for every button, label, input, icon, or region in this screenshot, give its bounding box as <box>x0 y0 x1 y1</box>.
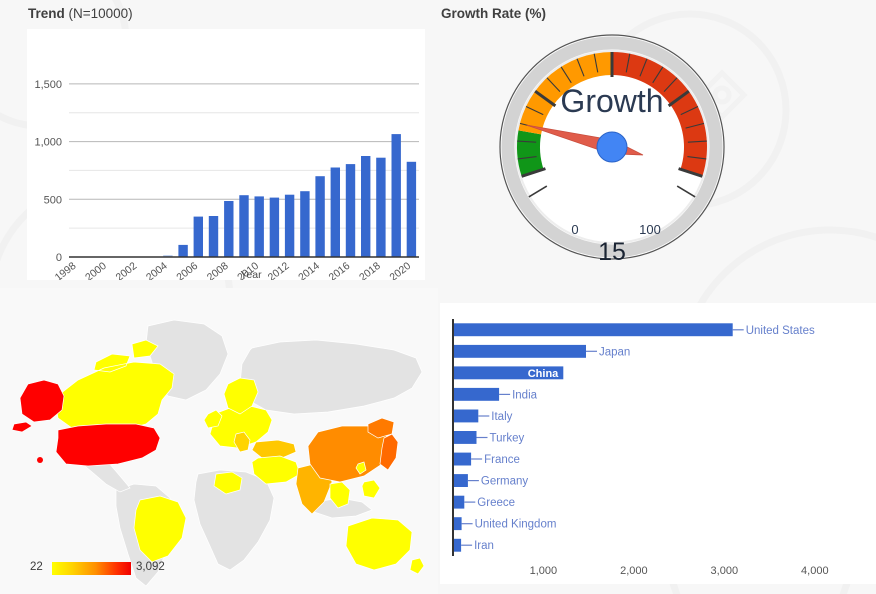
trend-bar-chart[interactable]: 0 500 1,000 1,500 1998 2000 2002 2004 2006 2008 2… <box>27 29 425 280</box>
growth-gauge-chart[interactable]: Growth 0 100 15 <box>497 32 727 282</box>
map-legend-min-value: 22 <box>30 561 43 573</box>
trend-bar[interactable] <box>361 156 371 257</box>
trend-y-tick-label: 1,000 <box>34 137 62 149</box>
trend-bar[interactable] <box>284 194 295 257</box>
rank-bar-label: United Kingdom <box>475 519 557 531</box>
rank-bar-label-inside: China <box>528 368 559 380</box>
trend-x-tick-label: 2008 <box>205 260 231 280</box>
rank-x-axis-labels: 1,000 2,000 3,000 4,000 <box>530 565 829 577</box>
rank-bar[interactable] <box>453 431 477 444</box>
trend-title-rest: (N=10000) <box>64 6 133 21</box>
trend-x-axis-labels: 1998 2000 2002 2004 2006 2008 2010 2012 2014 2016… <box>53 260 414 280</box>
trend-x-tick-label: 2004 <box>144 260 170 280</box>
rank-x-tick-label: 3,000 <box>711 565 739 577</box>
world-choropleth-map[interactable] <box>0 288 438 594</box>
rank-bar[interactable] <box>453 538 462 552</box>
rank-bar-label: France <box>484 454 520 466</box>
trend-title-bold: Trend <box>28 6 65 21</box>
map-region-hawaii[interactable] <box>37 457 43 463</box>
rank-bar-label: Japan <box>599 346 630 358</box>
trend-bar[interactable] <box>239 195 249 257</box>
rank-bar-labels: United States Japan China IndiaItaly Turkey F… <box>461 325 815 552</box>
trend-x-tick-label: 2018 <box>357 260 383 280</box>
trend-bars[interactable] <box>163 134 417 258</box>
rank-bar[interactable] <box>453 517 462 531</box>
trend-y-tick-label: 500 <box>44 194 62 206</box>
trend-x-tick-label: 2020 <box>387 260 413 280</box>
country-rank-bar-chart[interactable]: United States Japan China IndiaItaly Turkey F… <box>440 303 876 584</box>
trend-x-axis-title: Year <box>240 269 262 280</box>
trend-y-tick-label: 0 <box>56 252 62 264</box>
trend-bar[interactable] <box>269 197 280 257</box>
trend-bar[interactable] <box>330 167 340 258</box>
rank-bar-label: Germany <box>481 476 529 488</box>
trend-x-tick-label: 2000 <box>83 260 109 280</box>
trend-bar[interactable] <box>193 216 203 257</box>
rank-bar[interactable] <box>453 387 500 401</box>
trend-bar[interactable] <box>300 191 310 257</box>
rank-bar[interactable] <box>453 495 465 509</box>
trend-bar[interactable] <box>315 176 325 257</box>
trend-x-tick-label: 2016 <box>327 260 353 280</box>
trend-x-tick-label: 2014 <box>296 260 322 280</box>
rank-bar-label: Turkey <box>490 433 525 445</box>
trend-bar[interactable] <box>178 244 188 257</box>
gauge-max-label: 100 <box>639 222 661 237</box>
rank-bar[interactable] <box>453 452 472 466</box>
trend-y-axis-labels: 0 500 1,000 1,500 <box>34 79 62 264</box>
trend-x-tick-label: 2002 <box>114 260 140 280</box>
trend-y-tick-label: 1,500 <box>34 79 62 91</box>
growth-title-bold: Growth Rate (%) <box>441 6 547 21</box>
trend-bar[interactable] <box>224 201 234 257</box>
rank-bar[interactable] <box>453 323 733 337</box>
rank-x-tick-label: 4,000 <box>801 565 829 577</box>
rank-bar[interactable] <box>453 344 586 358</box>
trend-x-tick-label: 2006 <box>174 260 200 280</box>
gauge-center-label: Growth <box>560 83 663 119</box>
gauge-min-label: 0 <box>571 222 578 237</box>
gauge-hub[interactable] <box>596 131 628 163</box>
growth-panel-title: Growth Rate (%) <box>441 6 546 21</box>
trend-bar[interactable] <box>406 161 417 257</box>
rank-x-tick-label: 2,000 <box>620 565 648 577</box>
map-legend-max-value: 3,092 <box>136 561 165 573</box>
trend-panel-title: Trend (N=10000) <box>28 6 133 21</box>
rank-x-tick-label: 1,000 <box>530 565 558 577</box>
trend-bar[interactable] <box>208 216 219 257</box>
trend-bar[interactable] <box>254 196 264 257</box>
rank-bar[interactable] <box>453 409 479 423</box>
map-legend-gradient-bar <box>52 562 131 575</box>
rank-bar-label: Greece <box>477 497 515 509</box>
rank-bar-label: Iran <box>474 540 494 552</box>
rank-bar-label: United States <box>746 325 815 337</box>
trend-x-tick-label: 2012 <box>266 260 292 280</box>
trend-bar[interactable] <box>391 134 401 257</box>
rank-bar-label: India <box>512 389 538 401</box>
rank-bar[interactable] <box>453 474 468 487</box>
trend-bar[interactable] <box>376 157 386 257</box>
gauge-value-label: 15 <box>598 238 626 266</box>
trend-bar[interactable] <box>345 164 356 257</box>
rank-bar-label: Italy <box>491 411 512 423</box>
